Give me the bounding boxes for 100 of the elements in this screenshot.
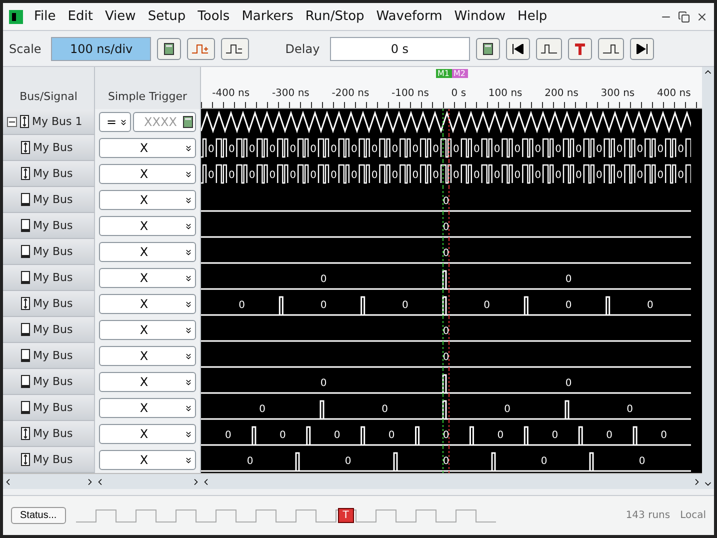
value-label: 0 [504, 404, 510, 415]
collapse-toggle[interactable] [7, 116, 17, 126]
zoom-out-button[interactable] [221, 38, 250, 60]
trigger-dropdown[interactable]: X [99, 268, 196, 288]
menu-item[interactable]: File [29, 7, 61, 26]
value-label: 0 [442, 222, 450, 233]
vertical-scrollbar[interactable] [702, 67, 714, 489]
trigger-dropdown[interactable]: X [99, 138, 196, 158]
menu-item[interactable]: Edit [62, 7, 98, 26]
dropdown-icon [184, 248, 193, 256]
value-label: 0 [432, 144, 439, 155]
bus-name: My Bus [33, 193, 73, 206]
previous-edge-button[interactable] [536, 38, 562, 60]
close-icon[interactable] [696, 10, 708, 22]
tree-row[interactable]: My Bus [3, 395, 95, 421]
trigger-dropdown[interactable]: X [99, 164, 196, 184]
trigger-dropdown[interactable]: X [99, 216, 196, 236]
tree-row[interactable]: My Bus [3, 187, 95, 213]
trigger-dropdown[interactable]: X [99, 294, 196, 314]
value-label: 0 [320, 274, 327, 285]
go-to-start-button[interactable] [506, 38, 530, 60]
value-label: 0 [442, 430, 450, 441]
tree-row[interactable]: My Bus [3, 447, 95, 473]
trigger-marker[interactable]: T [338, 508, 354, 523]
tree-row[interactable]: My Bus [3, 343, 95, 369]
value-label: 0 [616, 170, 623, 181]
tree-row[interactable]: My Bus [3, 291, 95, 317]
value-label: 0 [616, 144, 623, 155]
time-tick-label: 0 s [451, 88, 466, 99]
menu-item[interactable]: Run/Stop [300, 7, 370, 26]
bus-name: My Bus [33, 297, 73, 310]
bus-name: My Bus 1 [32, 115, 82, 128]
tree-row[interactable]: My Bus [3, 369, 95, 395]
tree-row[interactable]: My Bus [3, 421, 95, 447]
trigger-button[interactable] [568, 38, 592, 60]
trigger-dropdown[interactable]: X [99, 320, 196, 340]
time-tick-label: 200 ns [544, 88, 578, 99]
signal-icon [21, 375, 30, 388]
calculator-icon [164, 42, 174, 54]
scale-field[interactable]: 100 ns/div [51, 36, 152, 60]
value-label: 0 [646, 300, 654, 311]
run-count: 143 runs [626, 510, 670, 521]
time-tick-label: 300 ns [600, 88, 635, 99]
value-label: 0 [555, 170, 562, 181]
scale-label: Scale [9, 42, 42, 56]
operator-dropdown[interactable]: = [99, 112, 131, 132]
delay-label: Delay [285, 42, 320, 56]
delay-field[interactable]: 0 s [330, 36, 470, 60]
restore-icon[interactable] [678, 10, 690, 22]
column-header: Bus/Signal [3, 67, 95, 109]
status-button[interactable]: Status... [11, 507, 66, 524]
value-label: 0 [494, 170, 500, 181]
value-label: 0 [208, 144, 214, 155]
menu-item[interactable]: Tools [192, 7, 235, 26]
value-label: 0 [269, 170, 276, 181]
value-label: 0 [228, 170, 235, 181]
menu-item[interactable]: Setup [142, 7, 191, 26]
value-label: 0 [402, 300, 408, 311]
next-edge-button[interactable] [598, 38, 624, 60]
value-label: 0 [412, 144, 419, 155]
value-label: 0 [534, 170, 542, 181]
calculator-button[interactable] [476, 38, 500, 60]
tree-row[interactable]: My Bus [3, 317, 95, 343]
menu-item[interactable]: Help [512, 7, 552, 26]
trigger-dropdown[interactable]: X [99, 372, 196, 392]
trigger-dropdown[interactable]: X [99, 398, 196, 418]
dropdown-icon [184, 144, 193, 152]
value-label: 0 [310, 170, 316, 181]
zoom-in-button[interactable] [187, 38, 216, 60]
trigger-dropdown[interactable]: X [99, 424, 196, 444]
value-label: 0 [320, 300, 327, 311]
dropdown-icon [184, 170, 193, 178]
tree-row[interactable]: My Bus [3, 239, 95, 265]
menu-item[interactable]: Window [449, 7, 511, 26]
menu-item[interactable]: Waveform [371, 7, 448, 26]
value-label: 0 [392, 144, 398, 155]
value-label: 0 [248, 170, 256, 181]
tree-row[interactable]: My Bus [3, 161, 95, 187]
go-to-end-button[interactable] [630, 38, 654, 60]
tree-row[interactable]: My Bus [3, 135, 95, 161]
value-label: 0 [208, 170, 214, 181]
value-label: 0 [350, 170, 358, 181]
value-label: 0 [442, 456, 450, 467]
trigger-dropdown[interactable]: X [99, 346, 196, 366]
horizontal-scrollbar[interactable] [3, 473, 95, 489]
tree-row[interactable]: My Bus 1 [3, 109, 95, 135]
trigger-dropdown[interactable]: X [99, 450, 196, 470]
trigger-dropdown[interactable]: X [99, 242, 196, 262]
trigger-dropdown[interactable]: X [99, 190, 196, 210]
value-label: 0 [392, 170, 398, 181]
menu-item[interactable]: Markers [236, 7, 298, 26]
value-label: 0 [290, 144, 296, 155]
time-tick-label: -100 ns [392, 88, 429, 99]
tree-row[interactable]: My Bus [3, 213, 95, 239]
value-label: 0 [279, 430, 286, 441]
menu-item[interactable]: View [100, 7, 141, 26]
value-label: 0 [371, 170, 378, 181]
tree-row[interactable]: My Bus [3, 265, 95, 291]
signal-icon [21, 219, 30, 232]
calculator-button[interactable] [157, 38, 182, 60]
